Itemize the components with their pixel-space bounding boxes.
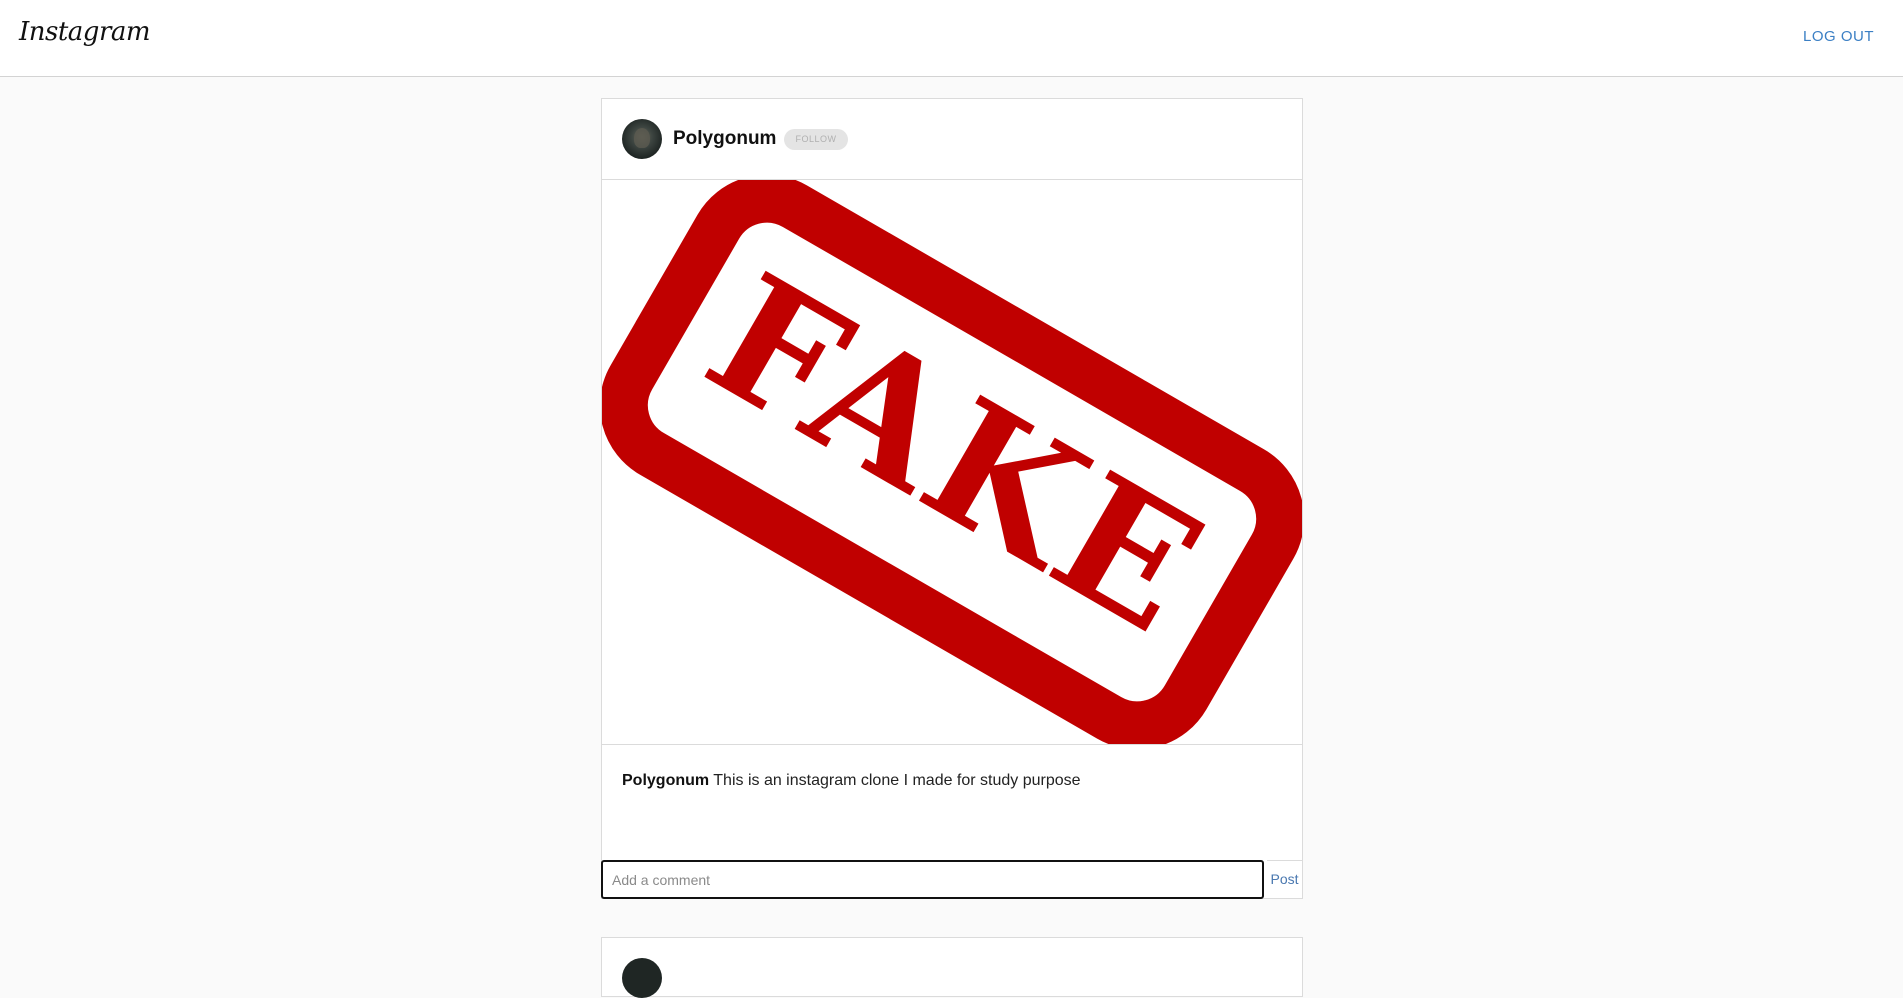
logout-button[interactable]: LOG OUT [1803,28,1874,45]
post-caption: Polygonum This is an instagram clone I m… [602,745,1302,859]
top-navbar: Instagram LOG OUT [0,0,1903,77]
avatar[interactable] [622,958,662,998]
post-header: Polygonum FOLLOW [602,99,1302,180]
caption-text: This is an instagram clone I made for st… [713,772,1081,789]
post-card [601,937,1303,998]
post-comment-button[interactable]: Post [1267,860,1303,899]
follow-button[interactable]: FOLLOW [784,129,848,150]
avatar[interactable] [622,119,662,159]
post-image: FAKE [602,180,1302,745]
post-username[interactable]: Polygonum [673,128,776,150]
caption-username[interactable]: Polygonum [622,772,709,789]
comment-input[interactable] [601,860,1264,899]
post-card: Polygonum FOLLOW FAKE Polygonum This is … [601,98,1303,899]
instagram-logo[interactable]: Instagram [19,17,151,47]
fake-stamp-image: FAKE [602,180,1302,744]
comment-form: Post [601,860,1303,899]
